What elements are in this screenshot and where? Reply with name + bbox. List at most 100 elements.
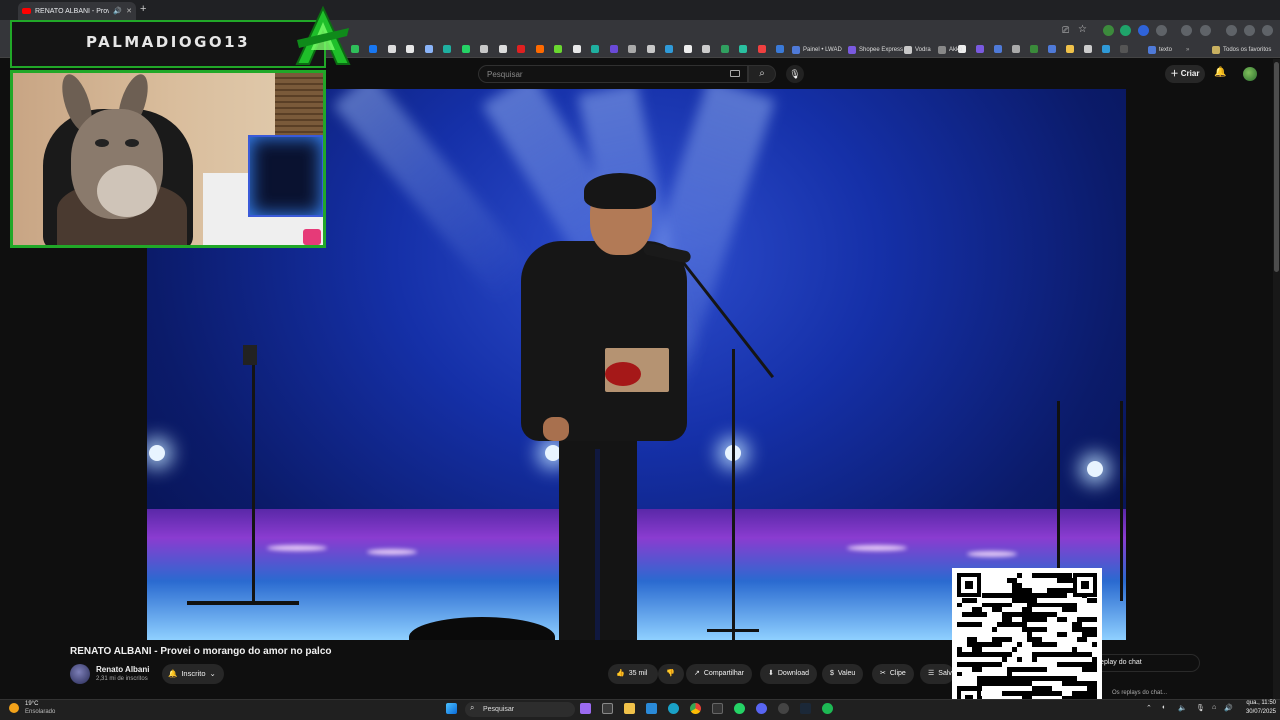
bookmark-favicon-icon[interactable] [702,45,710,53]
share-button[interactable]: ↗ Compartilhar [686,664,752,684]
bookmark-favicon-icon[interactable] [535,45,544,53]
bookmark-item[interactable]: Akko [938,44,962,55]
network-icon[interactable]: ⌂ [1212,704,1216,711]
taskbar-date[interactable]: 30/07/2025 [1240,709,1276,715]
bookmark-favicon-icon[interactable] [1084,45,1092,53]
bookmark-favicon-icon[interactable] [591,45,599,53]
file-explorer-icon[interactable] [624,703,635,714]
bookmark-favicon-icon[interactable] [1066,45,1074,53]
bookmark-favicon-icon[interactable] [628,45,636,53]
bookmark-favicon-icon[interactable] [1012,45,1020,53]
tray-app-icon[interactable]: ◐ [1162,704,1166,711]
tray-overflow-icon[interactable]: ⌃ [1146,704,1152,712]
bookmark-item[interactable]: Shopee Express [848,44,903,55]
bookmark-favicon-icon[interactable] [720,45,729,53]
scrollbar-thumb[interactable] [1274,62,1279,272]
taskbar-search[interactable]: Pesquisar [465,702,575,717]
channel-name[interactable]: Renato Albani [96,665,149,674]
sidepanel-icon[interactable] [1226,25,1237,36]
bookmark-item[interactable]: Vodra [904,44,931,55]
bookmark-favicon-icon[interactable] [554,45,562,53]
bookmark-favicon-icon[interactable] [976,45,984,53]
extension-icon[interactable] [1103,25,1114,36]
notifications-bell-icon[interactable]: 🔔 [1214,67,1226,78]
bookmark-favicon-icon[interactable] [498,45,507,53]
history-icon[interactable] [1200,25,1211,36]
edge-icon[interactable] [668,703,679,714]
copilot-icon[interactable] [580,703,591,714]
chrome-icon[interactable] [690,703,701,714]
bookmark-favicon-icon[interactable] [757,45,766,53]
bookmark-favicon-icon[interactable] [646,45,655,53]
bookmark-favicon-icon[interactable] [739,45,747,53]
bookmarks-overflow-icon[interactable]: » [1186,44,1189,55]
new-tab-button[interactable]: + [140,3,146,15]
browser-tab[interactable]: RENATO ALBANI - Provei o 🔊 ✕ [18,2,136,20]
mic-tray-icon[interactable]: 🎙 [1196,704,1205,712]
search-button[interactable]: ⌕ [748,65,776,83]
chat-replay-button[interactable]: Replay do chat [1088,654,1200,672]
bookmark-favicon-icon[interactable] [1048,45,1056,53]
speaker-tray-icon[interactable]: 🔊 [1224,704,1233,712]
clip-button[interactable]: ✂ Clipe [872,664,914,684]
bookmark-favicon-icon[interactable] [1030,45,1038,53]
bookmark-item[interactable]: texto [1148,44,1172,55]
floor-spot [967,551,1017,557]
bookmark-favicon-icon[interactable] [572,45,581,53]
store-icon[interactable] [646,703,657,714]
bookmark-favicon-icon[interactable] [406,45,414,53]
create-button[interactable]: ＋ Criar [1165,65,1205,83]
taskbar-time[interactable]: qua., 11:50 [1240,700,1276,706]
whatsapp-icon[interactable] [734,703,745,714]
media-icon[interactable] [1181,25,1192,36]
cast-icon[interactable]: ⎚ [1062,25,1069,36]
bookmark-star-icon[interactable]: ☆ [1078,24,1087,35]
bookmark-favicon-icon[interactable] [609,45,618,53]
bookmark-favicon-icon[interactable] [517,45,525,53]
bookmark-item[interactable]: Painel • LWAD [792,44,842,55]
download-button[interactable]: ⬇ Download [760,664,818,684]
extension-icon[interactable] [1138,25,1149,36]
like-button[interactable]: 👍 35 mil [608,664,658,684]
bookmark-favicon-icon[interactable] [776,45,784,53]
menu-dots-icon[interactable] [1262,25,1273,36]
search-input[interactable]: Pesquisar [478,65,748,83]
bookmark-favicon-icon[interactable] [1120,45,1128,53]
extension-icon[interactable] [1120,25,1131,36]
bookmark-favicon-icon[interactable] [683,45,692,53]
bookmark-favicon-icon[interactable] [443,45,451,53]
task-view-icon[interactable] [602,703,613,714]
bookmark-folder[interactable]: Todos os favoritos [1212,44,1271,55]
dislike-button[interactable]: 👎 [658,664,684,684]
thanks-button[interactable]: $ Valeu [822,664,864,684]
bookmark-favicon-icon[interactable] [461,45,470,53]
volume-icon[interactable]: 🔈 [1178,704,1187,712]
chevron-down-icon: ⌄ [209,669,216,678]
weather-temperature[interactable]: 19°C [25,701,38,707]
weather-description[interactable]: Ensolarado [25,709,55,715]
weather-sun-icon[interactable] [9,703,19,713]
profile-icon[interactable] [1244,25,1255,36]
bookmark-favicon-icon[interactable] [665,45,673,53]
bookmark-favicon-icon[interactable] [994,45,1002,53]
voice-search-button[interactable]: 🎙 [786,65,804,83]
bookmark-favicon-icon[interactable] [369,45,377,53]
subscribed-button[interactable]: 🔔 Inscrito ⌄ [162,664,224,684]
keyboard-icon[interactable] [730,70,740,77]
speaker-icon[interactable]: 🔊 [113,7,122,15]
steam-icon[interactable] [800,703,811,714]
tab-close-icon[interactable]: ✕ [126,7,132,15]
account-avatar[interactable] [1243,67,1257,81]
bookmark-favicon-icon[interactable] [387,45,396,53]
extensions-puzzle-icon[interactable] [1156,25,1167,36]
discord-icon[interactable] [756,703,767,714]
spotify-icon[interactable] [822,703,833,714]
save-button[interactable]: ☰Salvar [920,664,954,684]
bookmark-favicon-icon[interactable] [1102,45,1110,53]
app-icon[interactable] [712,703,723,714]
windows-start-icon[interactable] [446,703,457,714]
channel-avatar[interactable] [70,664,90,684]
obs-icon[interactable] [778,703,789,714]
bookmark-favicon-icon[interactable] [480,45,488,53]
bookmark-favicon-icon[interactable] [424,45,433,53]
